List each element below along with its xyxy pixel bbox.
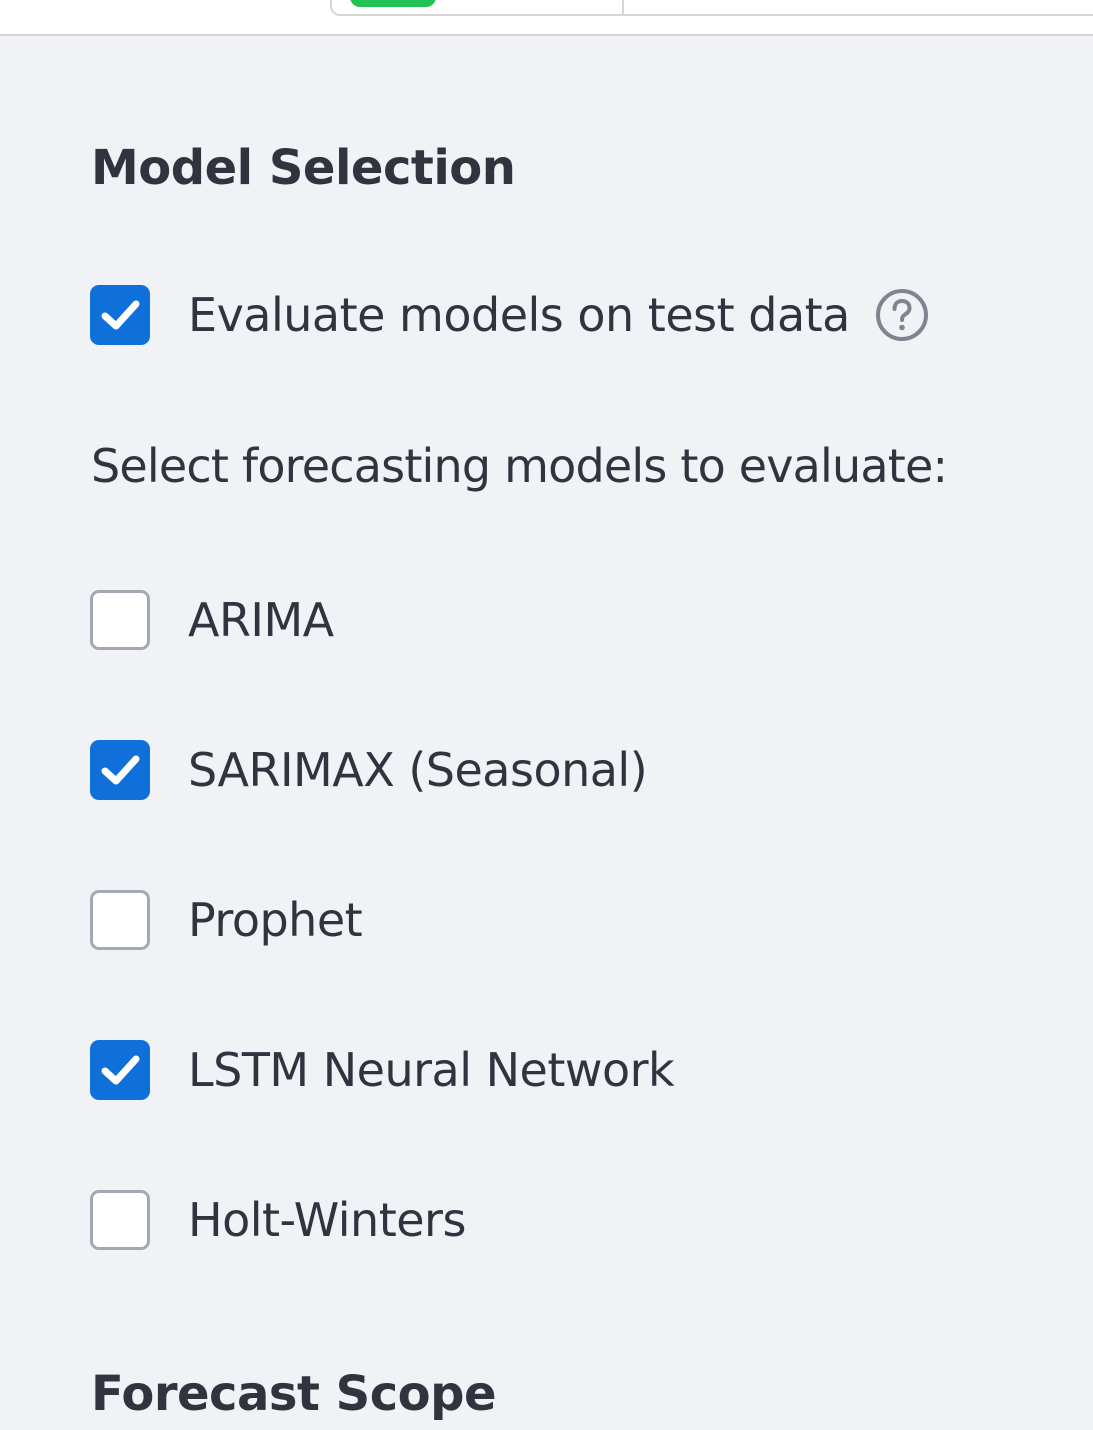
section-title-model-selection: Model Selection — [91, 140, 516, 196]
model-checkbox-row-prophet[interactable]: Prophet — [90, 890, 363, 950]
top-control[interactable] — [330, 0, 1093, 16]
top-bar — [0, 0, 1093, 36]
model-checkbox-lstm[interactable] — [90, 1040, 150, 1100]
model-label-lstm: LSTM Neural Network — [188, 1043, 675, 1097]
top-status-pill — [350, 0, 436, 7]
model-label-prophet: Prophet — [188, 893, 363, 947]
section-title-forecast-scope: Forecast Scope — [91, 1366, 497, 1422]
evaluate-checkbox[interactable] — [90, 285, 150, 345]
model-checkbox-holt-winters[interactable] — [90, 1190, 150, 1250]
model-checkbox-row-holt-winters[interactable]: Holt-Winters — [90, 1190, 466, 1250]
model-checkbox-row-arima[interactable]: ARIMA — [90, 590, 334, 650]
check-icon — [101, 755, 140, 785]
model-checkbox-prophet[interactable] — [90, 890, 150, 950]
model-label-arima: ARIMA — [188, 593, 334, 647]
evaluate-checkbox-row[interactable]: Evaluate models on test data — [90, 285, 930, 345]
models-prompt: Select forecasting models to evaluate: — [91, 439, 948, 493]
check-icon — [101, 1055, 140, 1085]
check-icon — [101, 300, 140, 330]
evaluate-checkbox-label: Evaluate models on test data — [188, 288, 850, 342]
model-label-sarimax: SARIMAX (Seasonal) — [188, 743, 648, 797]
model-label-holt-winters: Holt-Winters — [188, 1193, 466, 1247]
model-checkbox-sarimax[interactable] — [90, 740, 150, 800]
model-checkbox-arima[interactable] — [90, 590, 150, 650]
model-checkbox-row-lstm[interactable]: LSTM Neural Network — [90, 1040, 675, 1100]
question-circle-icon[interactable] — [874, 287, 930, 343]
top-divider — [622, 0, 624, 14]
model-checkbox-row-sarimax[interactable]: SARIMAX (Seasonal) — [90, 740, 648, 800]
